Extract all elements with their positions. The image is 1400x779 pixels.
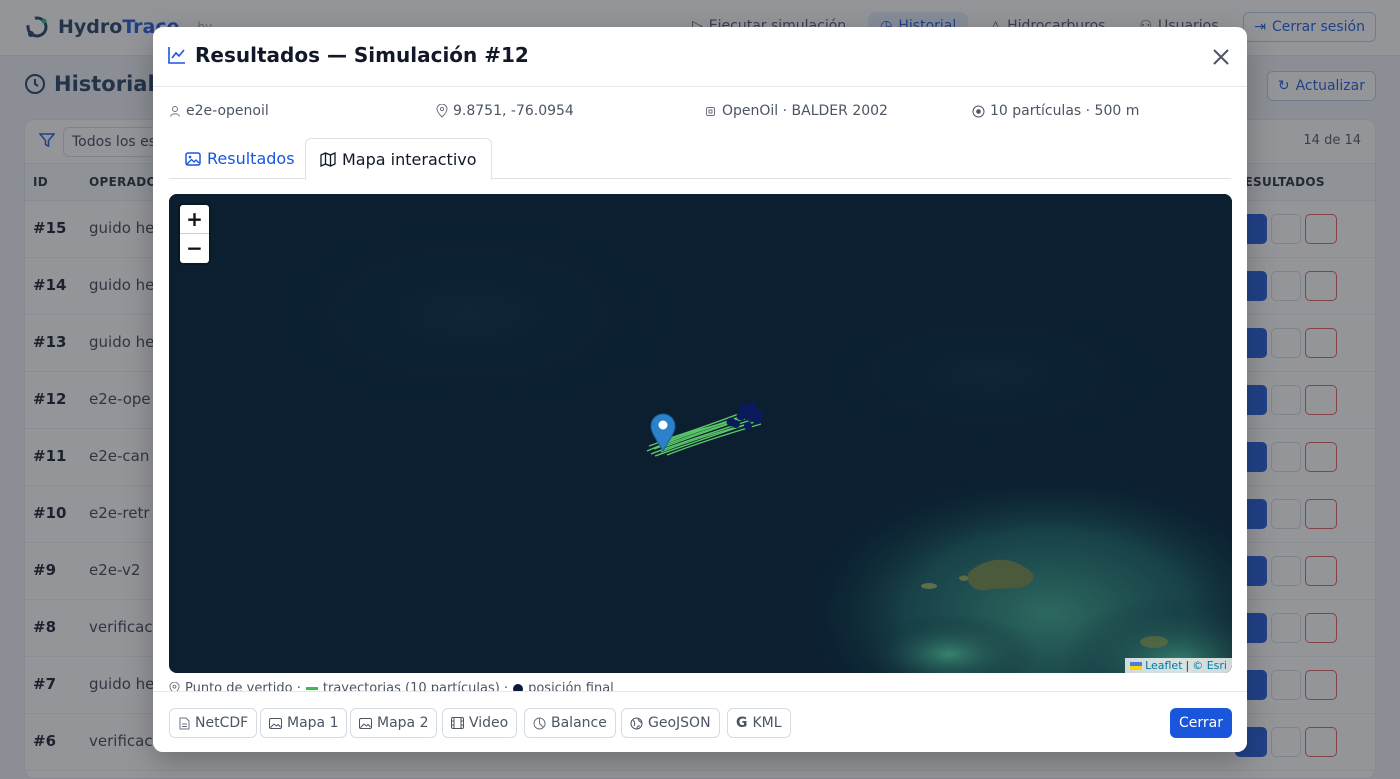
satellite-basemap (169, 194, 1232, 673)
zoom-out-button[interactable]: − (180, 234, 209, 263)
leaflet-link[interactable]: Leaflet (1145, 659, 1182, 672)
trajectory-swatch (305, 687, 318, 690)
image-icon (269, 717, 282, 729)
zoom-control: + − (180, 205, 209, 263)
modal-footer: NetCDF Mapa 1 Mapa 2 Video Balance GeoJS… (153, 691, 1247, 752)
close-modal-button[interactable]: Cerrar (1170, 708, 1232, 738)
modal-header: Resultados — Simulación #12 (153, 27, 1247, 87)
map-attribution: Leaflet | © Esri (1125, 658, 1232, 673)
simulation-meta: e2e-openoil 9.8751, -76.0954 OpenOil · B… (169, 103, 1229, 123)
modal-tabs: Resultados Mapa interactivo (169, 138, 1231, 180)
pie-icon (533, 717, 546, 729)
image-icon (185, 151, 201, 166)
download-kml-button[interactable]: G KML (727, 708, 791, 738)
interactive-map[interactable]: + − Leaflet | © Esri (169, 194, 1232, 673)
download-map2-button[interactable]: Mapa 2 (350, 708, 438, 738)
pin-icon (436, 104, 448, 118)
meta-operator: e2e-openoil (169, 103, 269, 119)
map-icon (320, 151, 336, 167)
meta-model: OpenOil · BALDER 2002 (704, 103, 888, 119)
google-icon: G (736, 715, 748, 731)
esri-credit: © Esri (1192, 659, 1227, 672)
close-icon[interactable] (1209, 45, 1233, 69)
download-video-button[interactable]: Video (442, 708, 518, 738)
user-icon (170, 106, 180, 117)
cpu-icon (706, 106, 715, 116)
download-netcdf-button[interactable]: NetCDF (169, 708, 258, 738)
download-map1-button[interactable]: Mapa 1 (260, 708, 348, 738)
file-icon (179, 717, 190, 729)
tab-interactive-map[interactable]: Mapa interactivo (305, 138, 492, 180)
film-icon (451, 717, 464, 729)
ukraine-flag-icon (1130, 661, 1143, 670)
download-balance-button[interactable]: Balance (524, 708, 616, 738)
target-icon (972, 105, 985, 117)
results-modal: Resultados — Simulación #12 e2e-openoil … (153, 27, 1247, 752)
zoom-in-button[interactable]: + (180, 205, 209, 234)
globe-icon (630, 717, 643, 729)
meta-coords: 9.8751, -76.0954 (436, 103, 574, 119)
download-geojson-button[interactable]: GeoJSON (621, 708, 720, 738)
line-chart-icon (168, 47, 185, 64)
image-icon (359, 717, 372, 729)
meta-particles: 10 partículas · 500 m (972, 103, 1139, 119)
tab-results[interactable]: Resultados (171, 138, 309, 179)
modal-title: Resultados — Simulación #12 (167, 43, 529, 67)
